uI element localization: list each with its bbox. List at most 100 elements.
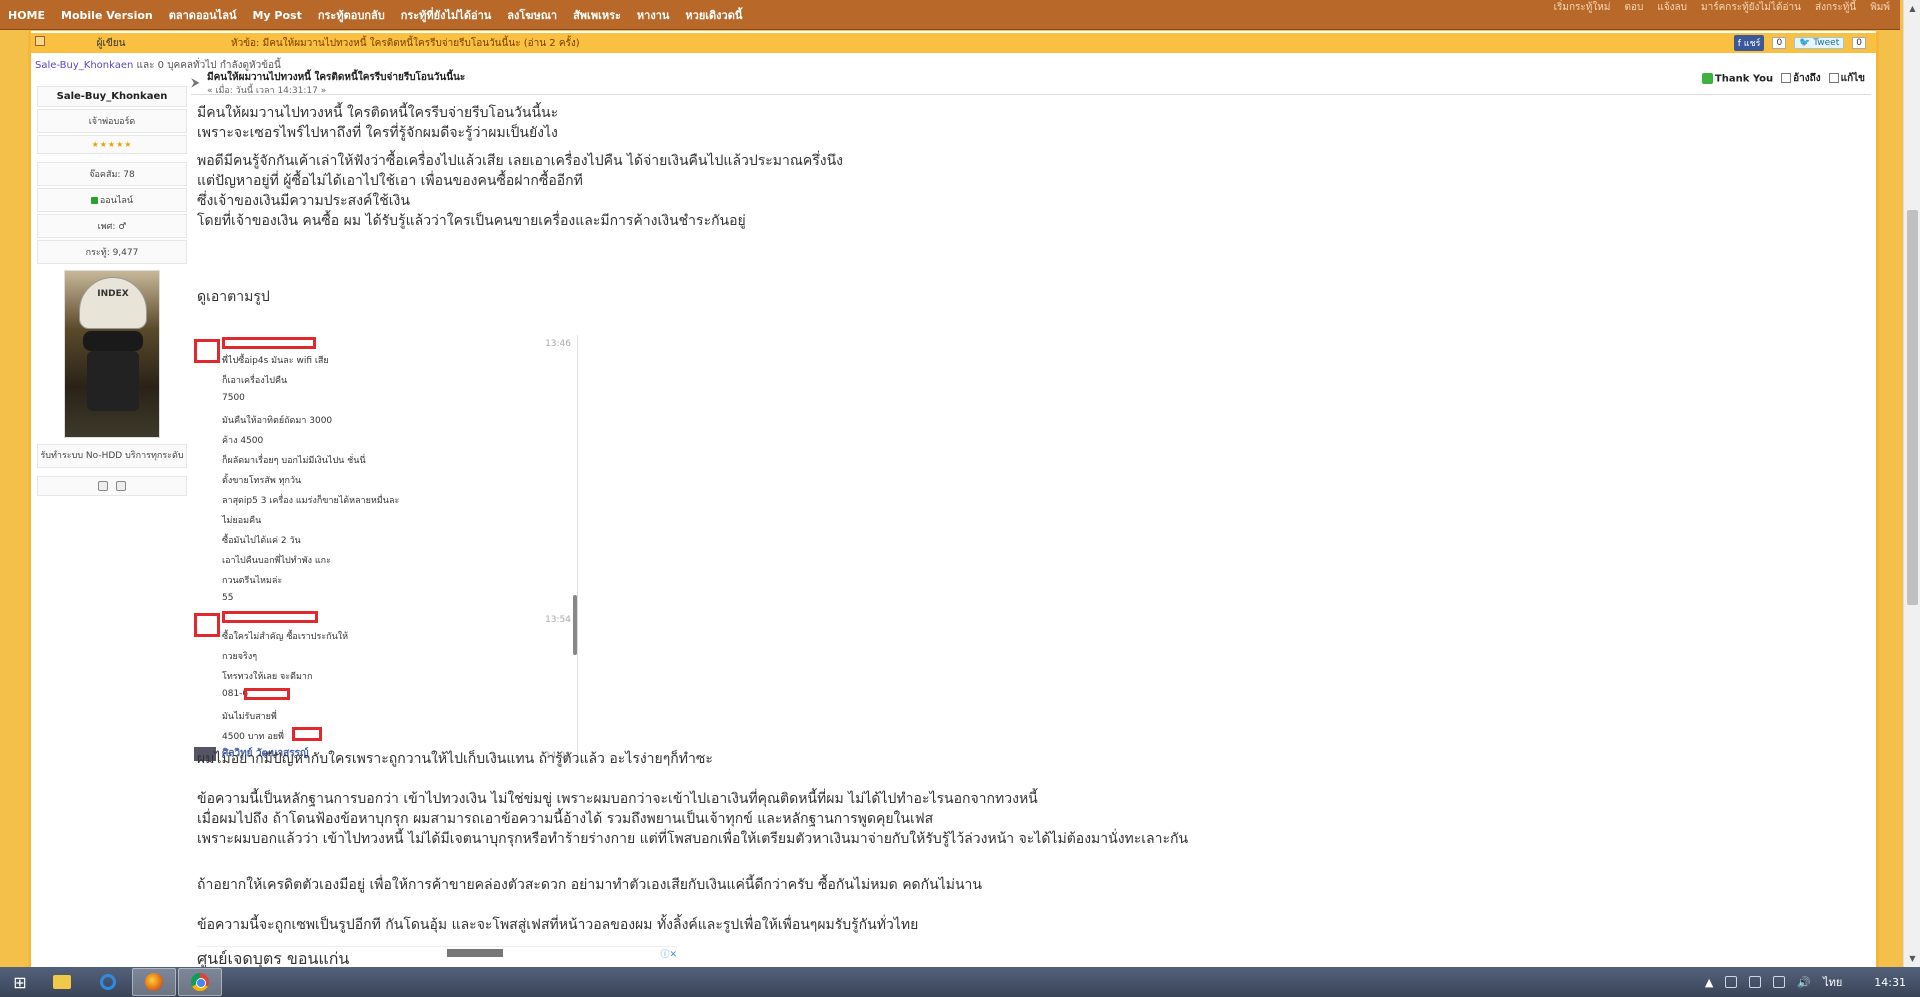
tray-app-icon[interactable] [1725, 976, 1738, 988]
chat-line: มันไม่รับสายพี่ [222, 712, 277, 722]
profile-icons [37, 476, 187, 496]
nav-mobile-version[interactable]: Mobile Version [53, 9, 161, 22]
chat-line: พี่ไปซื้อip4s มันละ wifi เสีย [222, 356, 329, 366]
nav-unread[interactable]: กระทู้ที่ยังไม่ได้อ่าน [393, 6, 500, 24]
nav-lottery[interactable]: หวยเดิงวดนี้ [677, 6, 750, 24]
quote-button[interactable]: อ้างถึง [1781, 71, 1821, 86]
facebook-share-button[interactable]: f แชร์ [1733, 35, 1765, 51]
tray-expand-icon[interactable]: ▲ [1705, 976, 1713, 989]
author-gender: เพศ: ♂ [37, 214, 187, 238]
page-scrollbar[interactable]: ▲ ▼ [1903, 0, 1920, 967]
chat-line: ค้าง 4500 [222, 436, 264, 446]
ad-banner[interactable]: ศูนย์เจดบุตร ขอนแก่น ⓘ✕ [197, 946, 677, 967]
rank-stars: ★★★★★ [37, 135, 187, 154]
message-icon[interactable] [116, 481, 126, 491]
send-topic-link[interactable]: ส่งกระทู้นี้ [1815, 0, 1856, 15]
author-posts: จ๊อคสัม: 78 [37, 162, 187, 186]
nav-replies[interactable]: กระทู้ตอบกลับ [310, 6, 393, 24]
author-signature: รับทำระบบ No-HDD บริการทุกระดับ [37, 444, 187, 468]
share-buttons: f แชร์ 0 🐦 Tweet 0 [1733, 35, 1866, 51]
ad-grey-bar [447, 949, 503, 957]
taskbar-explorer[interactable] [40, 968, 84, 996]
taskbar-ie[interactable] [86, 968, 130, 996]
post-paragraph-6: ถ้าอยากให้เครดิตตัวเองมีอยู่ เพื่อให้การ… [197, 877, 982, 893]
mark-unread-link[interactable]: มาร์คกระทู้ยังไม่ได้อ่าน [1701, 0, 1801, 15]
post-line: เมื่อผมไปถึง ถ้าโดนฟ้องข้อหาบุกรุก ผมสาม… [197, 811, 934, 827]
goggles-graphic [83, 331, 143, 351]
post-line: พอดีมีคนรู้จักกันเค้าเล่าให้ฟังว่าซื้อเค… [197, 153, 844, 169]
helmet-text: INDEX [97, 289, 129, 299]
edit-button[interactable]: แก้ไข [1828, 71, 1865, 86]
chat-line: 55 [222, 593, 234, 603]
report-link[interactable]: แจ้งลบ [1657, 0, 1687, 15]
post-actions: Thank You อ้างถึง แก้ไข [1701, 71, 1865, 86]
quote-icon [1781, 73, 1792, 83]
clock[interactable]: 14:31 [1874, 976, 1906, 989]
folder-icon [53, 975, 71, 989]
chat-time: 13:46 [545, 339, 571, 349]
chat-line: ตั้งขายโทรสัพ ทุกวัน [222, 476, 302, 486]
face-graphic [87, 351, 139, 411]
chat-line: 4500 บาท อยพี่ [222, 732, 284, 742]
system-tray: ▲ 🔊 ไทย 14:31 [1705, 967, 1906, 997]
taskbar-firefox[interactable] [132, 968, 176, 996]
chat-line: ซื้อมันไปได้แค่ 2 วัน [222, 536, 301, 546]
post-paragraph-1: มีคนให้ผมวานไปทวงหนี้ ใครติดหนี้ใครรีบจ่… [197, 103, 558, 143]
post-paragraph-2: พอดีมีคนรู้จักกันเค้าเล่าให้ฟังว่าซื้อเค… [197, 151, 843, 231]
author-name[interactable]: Sale-Buy_Khonkaen [37, 86, 187, 107]
redacted-name [222, 337, 316, 349]
post-line: เพราะผมบอกแล้วว่า เข้าไปทวงหนี้ ไม่ได้มี… [197, 831, 1189, 847]
language-indicator[interactable]: ไทย [1823, 973, 1842, 991]
chrome-icon [191, 973, 209, 991]
redacted-name [222, 611, 318, 623]
author-profile: Sale-Buy_Khonkaen เจ้าพ่อบอร์ด ★★★★★ จ๊อ… [37, 86, 187, 498]
author-column-header: ผู้เขียน [31, 35, 191, 51]
redacted-phone [244, 688, 290, 700]
post-line: มีคนให้ผมวานไปทวงหนี้ ใครติดหนี้ใครรีบจ่… [197, 105, 559, 121]
reply-link[interactable]: ตอบ [1624, 0, 1643, 15]
post-line: ข้อความนี้เป็นหลักฐานการบอกว่า เข้าไปทวง… [197, 791, 1038, 807]
online-icon [90, 197, 98, 204]
post-paragraph-4: ผมไม่อยากมีปัญหากับใครเพราะถูกวานให้ไปเก… [197, 751, 713, 767]
chat-line: โทรทวงให้เลย จะดีมาก [222, 672, 313, 682]
scroll-up-icon[interactable]: ▲ [1904, 0, 1920, 17]
nav-home[interactable]: HOME [0, 9, 53, 22]
nav-misc[interactable]: สัพเพเหระ [565, 6, 629, 24]
thread-actions: เริ่มกระทู้ใหม่ ตอบ แจ้งลบ มาร์คกระทู้ยั… [1554, 0, 1890, 15]
chat-line: ซื้อใครไม่สำคัญ ซื้อเราประกันให้ [222, 632, 349, 642]
thank-you-button[interactable]: Thank You [1701, 72, 1773, 84]
nav-jobs[interactable]: หางาน [629, 6, 678, 24]
viewer-username[interactable]: Sale-Buy_Khonkaen [35, 60, 133, 71]
facebook-share-count: 0 [1772, 37, 1787, 49]
avatar[interactable]: INDEX [64, 270, 160, 438]
chat-line: ลาสุดip5 3 เครื่อง แมร่งก็ขายได้หลายหมื่… [222, 496, 400, 506]
author-karma: กระทู้: 9,477 [37, 240, 187, 264]
top-navigation: HOME Mobile Version ตลาดออนไลน์ My Post … [0, 0, 1900, 30]
author-label: ผู้เขียน [96, 37, 126, 49]
post-line: แต่ปัญหาอยู่ที่ ผู้ซื้อไม่ได้เอาไปใช้เอา… [197, 173, 583, 189]
thread-header-bar: ผู้เขียน หัวข้อ: มีคนให้ผมวานไปทวงหนี้ ใ… [31, 33, 1876, 53]
ad-choices-icon[interactable]: ⓘ✕ [660, 947, 677, 960]
network-icon[interactable] [1773, 976, 1786, 988]
scroll-down-icon[interactable]: ▼ [1904, 950, 1920, 967]
print-link[interactable]: พิมพ์ [1870, 0, 1890, 15]
nav-my-post[interactable]: My Post [244, 9, 309, 22]
nav-online-market[interactable]: ตลาดออนไลน์ [161, 6, 245, 24]
redacted-name [292, 727, 322, 741]
redacted-avatar [194, 613, 220, 637]
new-topic-link[interactable]: เริ่มกระทู้ใหม่ [1554, 0, 1611, 15]
chat-line: เอาไปคืนบอกพี่ไปทำพัง แกะ [222, 556, 331, 566]
topic-icon [35, 35, 45, 46]
post-header: ⮞ มีคนให้ผมวานไปทวงหนี้ ใครติดหนี้ใครรีบ… [191, 69, 1871, 96]
ad-title[interactable]: ศูนย์เจดบุตร ขอนแก่น [197, 949, 349, 967]
nav-advertise[interactable]: ลงโฆษณา [499, 6, 565, 24]
taskbar-chrome[interactable] [178, 968, 222, 996]
post-paragraph-3: ดูเอาตามรูป [197, 289, 270, 305]
flag-icon[interactable] [1749, 976, 1762, 988]
profile-icon[interactable] [98, 481, 108, 491]
tweet-button[interactable]: 🐦 Tweet [1794, 37, 1845, 49]
windows-taskbar: ⊞ ▲ 🔊 ไทย 14:31 [0, 967, 1920, 997]
start-button[interactable]: ⊞ [0, 973, 40, 992]
volume-icon[interactable]: 🔊 [1797, 976, 1811, 989]
scroll-thumb[interactable] [1907, 210, 1918, 605]
